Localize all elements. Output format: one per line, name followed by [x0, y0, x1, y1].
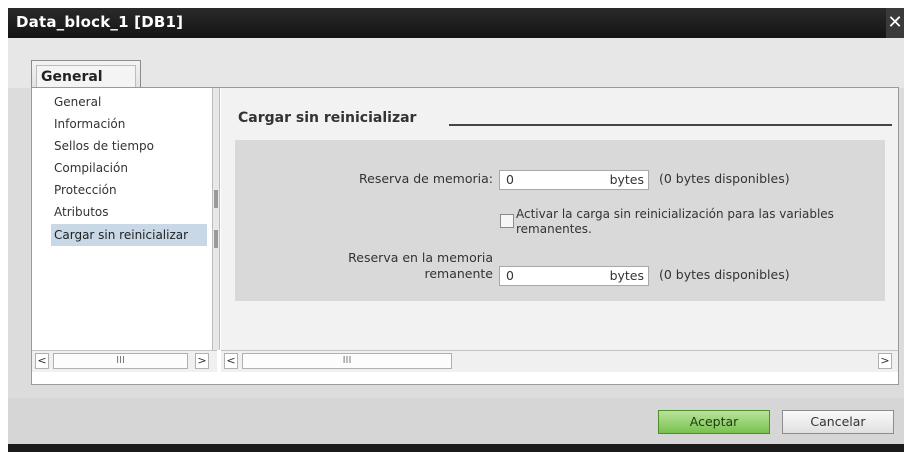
splitter-grip-bottom[interactable] [214, 230, 218, 248]
retentive-load-checkbox[interactable] [500, 214, 514, 228]
main-scroll-right-button[interactable]: > [878, 353, 892, 369]
panel-splitter[interactable] [212, 88, 220, 350]
retentive-reserve-label: Reserva en la memoria remanente [348, 250, 493, 282]
splitter-grip-top[interactable] [214, 190, 218, 208]
title-bar[interactable]: Data_block_1 [DB1] ✕ [8, 8, 904, 38]
nav-item-general[interactable]: General [51, 91, 104, 113]
nav-item-sellos-de-tiempo[interactable]: Sellos de tiempo [51, 135, 157, 157]
nav-scroll-thumb[interactable]: III [53, 353, 188, 369]
retentive-reserve-available: (0 bytes disponibles) [659, 267, 790, 282]
section-box: Reserva de memoria: 0 bytes (0 bytes dis… [235, 140, 885, 301]
nav-scroll-left-button[interactable]: < [35, 353, 49, 369]
tab-general-label: General [36, 65, 136, 89]
window-title: Data_block_1 [DB1] [16, 13, 184, 31]
accept-button[interactable]: Aceptar [658, 410, 770, 434]
retentive-reserve-label-line1: Reserva en la memoria [348, 250, 493, 265]
properties-dialog: Data_block_1 [DB1] ✕ General General Inf… [8, 8, 904, 452]
cancel-button[interactable]: Cancelar [782, 410, 894, 434]
retentive-reserve-unit: bytes [609, 268, 644, 283]
bottom-border [8, 444, 904, 452]
nav-item-compilacion[interactable]: Compilación [51, 157, 131, 179]
memory-reserve-unit: bytes [609, 172, 644, 187]
nav-item-informacion[interactable]: Información [51, 113, 128, 135]
section-title: Cargar sin reinicializar [238, 110, 417, 126]
retentive-reserve-input[interactable]: 0 bytes [499, 266, 649, 286]
main-scroll-thumb[interactable]: III [242, 353, 452, 369]
memory-reserve-available: (0 bytes disponibles) [659, 171, 790, 186]
main-panel: Cargar sin reinicializar Reserva de memo… [221, 88, 898, 350]
nav-item-proteccion[interactable]: Protección [51, 179, 120, 201]
retentive-reserve-value: 0 [506, 268, 514, 283]
memory-reserve-value: 0 [506, 172, 514, 187]
nav-item-cargar-sin-reinicializar[interactable]: Cargar sin reinicializar [51, 224, 207, 246]
nav-panel: General Información Sellos de tiempo Com… [32, 88, 217, 350]
dialog-footer: Aceptar Cancelar [8, 398, 904, 444]
retentive-reserve-label-line2: remanente [424, 266, 493, 281]
memory-reserve-input[interactable]: 0 bytes [499, 170, 649, 190]
memory-reserve-label: Reserva de memoria: [359, 171, 493, 186]
main-horizontal-scrollbar[interactable]: < III > [221, 350, 898, 372]
nav-horizontal-scrollbar[interactable]: < III > [32, 350, 217, 372]
main-scroll-left-button[interactable]: < [224, 353, 238, 369]
tab-strip: General [8, 38, 904, 89]
section-divider [449, 124, 892, 126]
tab-general[interactable]: General [31, 60, 141, 89]
nav-scroll-right-button[interactable]: > [195, 353, 209, 369]
content-area: General Información Sellos de tiempo Com… [31, 87, 899, 385]
close-icon[interactable]: ✕ [886, 8, 904, 38]
retentive-load-checkbox-label[interactable]: Activar la carga sin reinicialización pa… [516, 207, 836, 237]
nav-item-atributos[interactable]: Atributos [51, 201, 112, 223]
